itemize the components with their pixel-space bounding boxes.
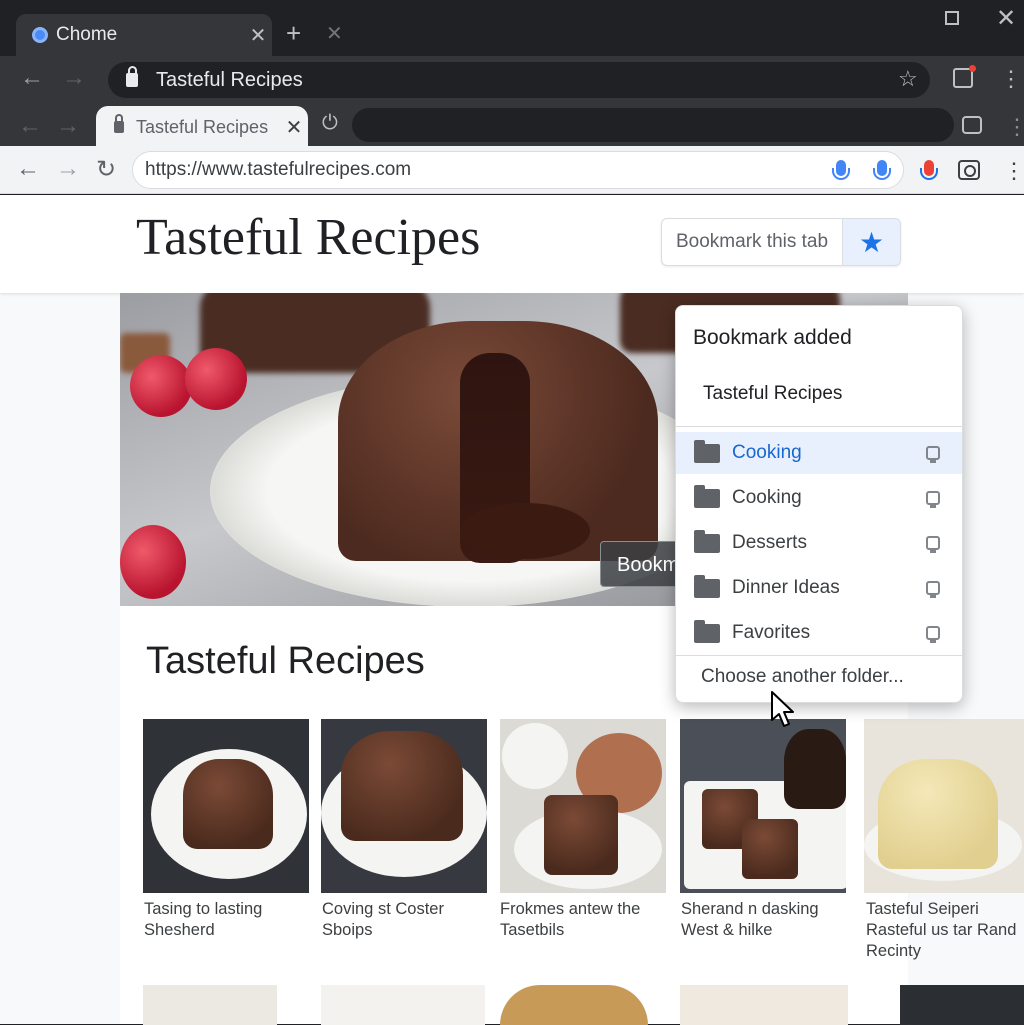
folder-row-favorites[interactable]: Favorites [676,612,962,654]
mic-icon[interactable] [873,160,891,180]
inner-tab[interactable]: Tasteful Recipes ✕ [96,106,308,148]
pin-icon[interactable] [926,581,940,598]
bookmark-button-label: Bookmark this tab [676,231,829,252]
folder-row-cooking[interactable]: Cooking [676,432,962,474]
folder-label: Cooking [732,487,802,508]
recipe-card-caption[interactable]: Tasing to lasting Shesherd [144,899,314,941]
site-title: Tasteful Recipes [136,209,481,266]
tab-audio-icon[interactable]: ⏻ [322,112,338,135]
recipe-card-image[interactable] [321,719,487,893]
folder-icon [694,619,720,643]
section-title: Tasteful Recipes [146,640,425,682]
back-arrow-icon[interactable]: ← [18,112,42,140]
recipe-card-image[interactable] [143,719,309,893]
chrome-favicon-icon [32,27,48,43]
close-window-button[interactable]: ✕ [996,4,1016,33]
forward-arrow-icon[interactable]: → [62,64,86,92]
folder-label: Dinner Ideas [732,577,840,598]
folder-icon [694,439,720,463]
choose-another-folder-link[interactable]: Choose another folder... [701,666,904,688]
maximize-window-button[interactable] [945,11,959,25]
pin-icon[interactable] [926,626,940,643]
folder-row-desserts[interactable]: Desserts [676,522,962,564]
forward-arrow-icon[interactable]: → [56,112,80,140]
recipe-card-caption[interactable]: Frokmes antew the Tasetbils [500,899,670,941]
bookmark-popup-heading: Bookmark added [693,326,852,349]
recipe-card-image[interactable] [500,985,648,1025]
inner-tab-title: Tasteful Recipes [136,116,269,137]
mouse-cursor-icon [771,691,794,727]
new-tab-icon[interactable]: + [286,18,301,49]
pin-icon[interactable] [926,536,940,553]
lock-icon [114,114,124,133]
recipe-card-caption[interactable]: Tasteful Seiperi Rasteful us tar Rand Re… [866,899,1022,962]
bookmark-name-field[interactable]: Tasteful Recipes [703,383,842,405]
outer-omnibox-text: Tasteful Recipes [156,68,303,91]
star-icon: ★ [842,219,900,265]
address-bar[interactable]: https://www.tastefulrecipes.com [132,151,904,189]
reload-icon[interactable]: ↻ [96,155,116,184]
folder-label: Cooking [732,442,802,463]
folder-icon [694,574,720,598]
recipe-card-caption[interactable]: Coving st Coster Sboips [322,899,492,941]
pin-icon[interactable] [926,446,940,463]
inner-tab-search-bar[interactable] [352,108,954,142]
recipe-card-image[interactable] [143,985,277,1025]
recipe-card-image[interactable] [680,985,848,1025]
recipe-card-image[interactable] [680,719,846,893]
close-tab-icon[interactable]: ✕ [244,23,272,48]
url-text: https://www.tastefulrecipes.com [145,159,412,180]
camera-icon[interactable] [958,160,980,180]
folder-label: Desserts [732,532,807,553]
back-arrow-icon[interactable]: ← [20,64,44,92]
folder-icon [694,484,720,508]
kebab-menu-icon[interactable]: ⋮ [1000,66,1022,92]
bookmark-this-tab-button[interactable]: Bookmark this tab ★ [661,218,901,266]
extension-icon[interactable] [953,65,976,88]
mic-icon[interactable] [832,160,850,180]
outer-omnibox[interactable]: Tasteful Recipes [108,62,930,98]
divider [676,426,962,427]
recipe-card-image[interactable] [900,985,1024,1025]
outer-tab-title: Chome [56,24,118,45]
folder-label: Favorites [732,622,811,643]
mic-icon[interactable] [920,160,938,180]
star-icon[interactable]: ☆ [898,66,918,92]
folder-row-cooking[interactable]: Cooking [676,477,962,519]
kebab-menu-icon[interactable]: ⋮ [1003,158,1024,184]
kebab-menu-icon[interactable]: ⋮ [1006,114,1024,140]
recipe-card-caption[interactable]: Sherand n dasking West & hilke [681,899,851,941]
close-tab-icon[interactable]: ✕ [280,115,308,140]
close-icon[interactable]: ✕ [326,21,343,46]
folder-icon [694,529,720,553]
screenshot-icon[interactable] [962,116,982,134]
hero-bookmark-chip[interactable]: Bookm [600,541,680,587]
recipe-card-image[interactable] [864,719,1024,893]
recipe-card-image[interactable] [321,985,485,1025]
recipe-card-image[interactable] [500,719,666,893]
outer-tab[interactable]: Chome ✕ [16,14,272,56]
pin-icon[interactable] [926,491,940,508]
folder-row-dinner-ideas[interactable]: Dinner Ideas [676,567,962,609]
forward-arrow-icon[interactable]: → [56,155,80,183]
back-arrow-icon[interactable]: ← [16,155,40,183]
divider [676,655,962,656]
lock-icon [126,66,138,87]
